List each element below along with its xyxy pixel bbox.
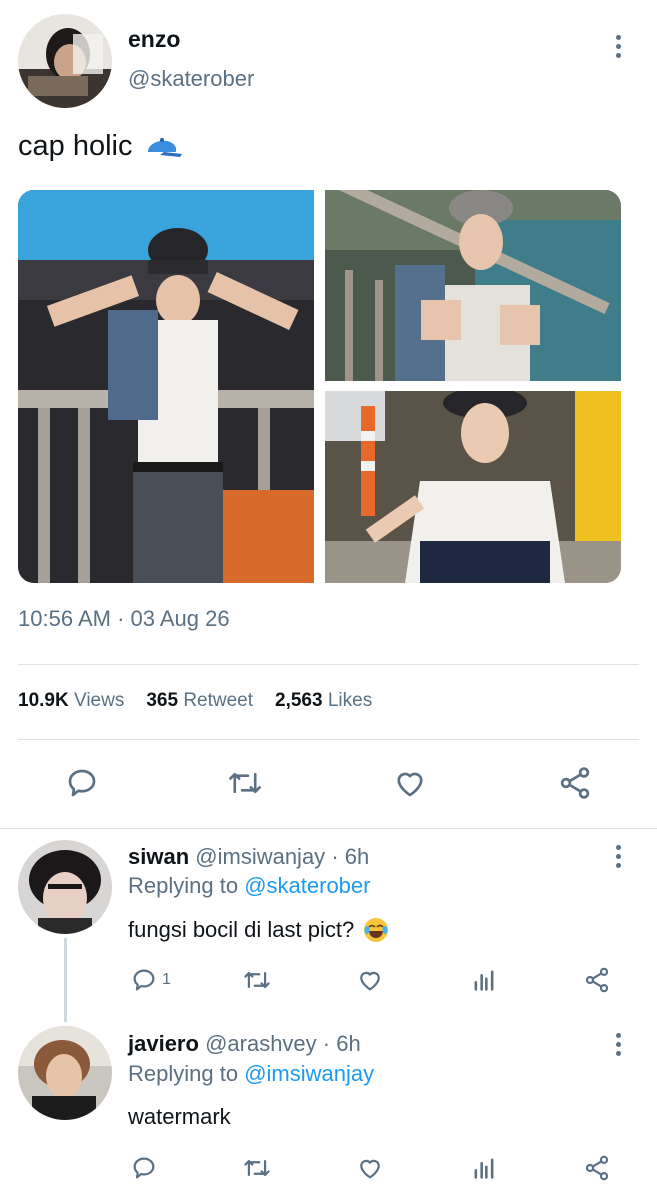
more-options-icon[interactable] xyxy=(613,1033,623,1056)
reply-icon[interactable] xyxy=(64,765,100,801)
tweet-text-row: cap holic xyxy=(18,130,183,163)
replying-to-link[interactable]: @imsiwanjay xyxy=(244,1061,374,1086)
reply-time[interactable]: · 6h xyxy=(323,1031,361,1056)
reply-author-handle[interactable]: @arashvey xyxy=(205,1031,317,1056)
reply-text: watermark xyxy=(128,1104,231,1129)
retweet-icon[interactable] xyxy=(242,1154,272,1182)
reply-header: siwan @imsiwanjay · 6h xyxy=(128,844,369,870)
reply-icon[interactable] xyxy=(130,1154,158,1182)
retweets-stat[interactable]: 365 Retweet xyxy=(146,690,253,712)
reply-avatar[interactable] xyxy=(18,840,112,934)
retweet-icon[interactable] xyxy=(226,765,264,801)
like-icon[interactable] xyxy=(392,765,428,801)
share-icon[interactable] xyxy=(583,966,611,994)
tweet-stats: 10.9K Views 365 Retweet 2,563 Likes xyxy=(18,690,372,712)
joy-emoji-icon xyxy=(362,916,390,944)
tweet-timestamp[interactable]: 10:56 AM · 03 Aug 26 xyxy=(18,606,230,632)
reply-author-name[interactable]: siwan xyxy=(128,844,189,869)
reply-text-row: fungsi bocil di last pict? xyxy=(128,916,390,944)
tweet-photo-1[interactable] xyxy=(18,190,314,583)
reply-time[interactable]: · 6h xyxy=(331,844,369,869)
reply-header: javiero @arashvey · 6h xyxy=(128,1031,361,1057)
views-icon[interactable] xyxy=(470,1154,498,1182)
cap-emoji-icon xyxy=(142,132,183,162)
tweet-text: cap holic xyxy=(18,130,133,162)
reply-author-name[interactable]: javiero xyxy=(128,1031,199,1056)
reply-count: 1 xyxy=(162,971,171,988)
replying-to-link[interactable]: @skaterober xyxy=(244,873,370,898)
more-options-icon[interactable] xyxy=(613,845,623,868)
replying-to: Replying to @skaterober xyxy=(128,873,371,898)
author-name[interactable]: enzo xyxy=(128,26,180,53)
share-icon[interactable] xyxy=(557,765,593,801)
views-stat[interactable]: 10.9K Views xyxy=(18,690,124,712)
retweet-icon[interactable] xyxy=(242,966,272,994)
divider xyxy=(18,739,639,740)
more-options-icon[interactable] xyxy=(613,35,623,58)
thread-line xyxy=(64,938,67,1022)
author-avatar[interactable] xyxy=(18,14,112,108)
likes-stat[interactable]: 2,563 Likes xyxy=(275,690,372,712)
tweet-photo-2[interactable] xyxy=(325,190,621,381)
views-icon[interactable] xyxy=(470,966,498,994)
reply-avatar[interactable] xyxy=(18,1026,112,1120)
reply-text: fungsi bocil di last pict? xyxy=(128,917,355,942)
author-handle[interactable]: @skaterober xyxy=(128,66,254,92)
reply-author-handle[interactable]: @imsiwanjay xyxy=(195,844,325,869)
like-icon[interactable] xyxy=(356,1154,384,1182)
reply-icon[interactable]: 1 xyxy=(130,966,171,994)
tweet-photo-3[interactable] xyxy=(325,391,621,583)
replying-to: Replying to @imsiwanjay xyxy=(128,1061,375,1086)
divider xyxy=(0,828,657,829)
divider xyxy=(18,664,639,665)
like-icon[interactable] xyxy=(356,966,384,994)
share-icon[interactable] xyxy=(583,1154,611,1182)
